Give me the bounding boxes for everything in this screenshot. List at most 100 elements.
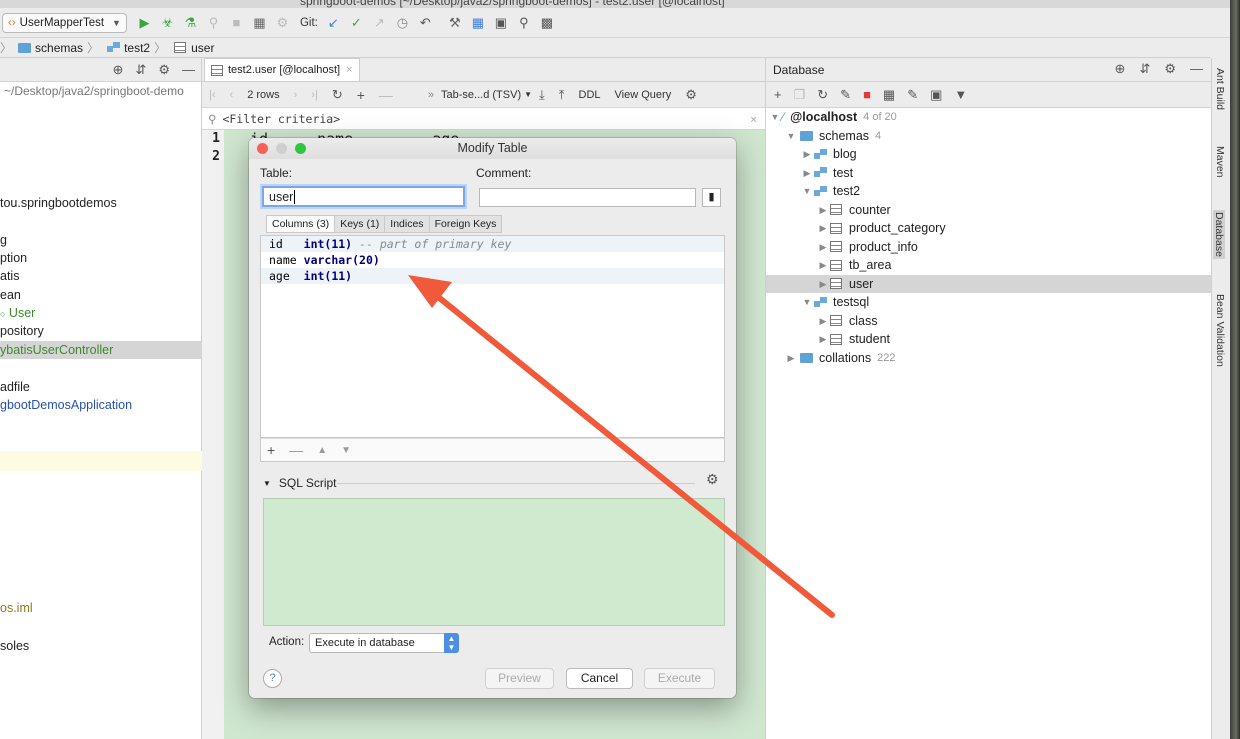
db-schema-node[interactable]: ▶ blog [766,145,1212,164]
tree-item[interactable]: adfile [0,378,202,396]
db-schema-node[interactable]: ▼ testsql [766,293,1212,312]
stop-icon[interactable]: ■ [863,87,871,102]
table-editor-icon[interactable]: ▦ [883,87,895,103]
gear-icon[interactable]: ⚙ [158,62,170,78]
upload-icon[interactable]: ⤒ [559,87,565,103]
tab-maven[interactable]: Maven [1214,146,1226,178]
db-table-node[interactable]: ▶ class [766,312,1212,331]
table-name-input[interactable]: user [262,186,465,207]
coverage-icon[interactable]: ⚗ [180,13,200,33]
next-page-icon[interactable]: › [294,89,298,101]
db-table-node[interactable]: ▶ student [766,330,1212,349]
execute-button[interactable]: Execute [644,668,715,689]
history-icon[interactable]: ◷ [392,13,412,33]
comment-input[interactable] [479,188,696,207]
db-table-node[interactable]: ▶ counter [766,201,1212,220]
sync-icon[interactable]: ✎ [840,87,851,103]
close-icon[interactable]: × [346,64,352,76]
column-row[interactable]: id int(11) -- part of primary key [261,236,724,252]
tab-columns[interactable]: Columns (3) [266,215,336,233]
copy-icon[interactable]: ❐ [794,87,806,103]
tab-keys[interactable]: Keys (1) [334,215,386,233]
last-page-icon[interactable]: ›| [311,89,318,101]
git-push-icon[interactable]: ↗ [369,13,389,33]
run-config-select[interactable]: ‹› UserMapperTest ▼ [2,12,127,33]
tree-item[interactable]: pository [0,322,202,340]
preview-button[interactable]: Preview [485,668,554,689]
db-table-node[interactable]: ▶ product_info [766,238,1212,257]
cancel-button[interactable]: Cancel [566,668,633,689]
add-icon[interactable]: + [774,87,782,102]
revert-icon[interactable]: ↶ [415,13,435,33]
tree-item[interactable]: atis [0,267,202,285]
db-table-node[interactable]: ▶ product_category [766,219,1212,238]
remove-column-icon[interactable]: — [289,442,303,458]
settings-wrench-icon[interactable]: ⚒ [445,13,465,33]
gear-icon[interactable]: ⚙ [706,471,719,488]
tab-ant-build[interactable]: Ant Build [1214,68,1226,110]
tree-item[interactable]: os.iml [0,599,202,617]
terminal-icon[interactable]: ▣ [491,13,511,33]
filter-icon[interactable]: ▼ [954,87,967,102]
minimize-window-button[interactable] [276,143,287,154]
tab-indices[interactable]: Indices [384,215,430,233]
tab-foreign-keys[interactable]: Foreign Keys [428,215,503,233]
refresh-icon[interactable]: ↻ [817,87,828,103]
collapse-icon[interactable]: ⇵ [135,62,146,78]
project-structure-icon[interactable]: ▦ [468,13,488,33]
tasks-icon[interactable]: ▩ [537,13,557,33]
locate-icon[interactable]: ⊕ [113,62,124,78]
search-usage-icon[interactable]: ⚙ [272,13,292,33]
tab-bean-validation[interactable]: Bean Validation [1214,294,1226,367]
stop-icon[interactable]: ■ [226,13,246,33]
breadcrumb-user[interactable]: user [174,41,214,55]
action-select[interactable]: Execute in database ▲ ▼ [309,633,459,653]
add-column-icon[interactable]: + [267,442,275,458]
comment-expand-button[interactable]: ▮ [702,188,721,207]
db-table-node-selected[interactable]: ▶ user [766,274,1212,293]
download-icon[interactable]: ⤓ [539,87,545,103]
more-icon[interactable]: » [428,89,434,101]
git-update-icon[interactable]: ↙ [323,13,343,33]
sql-script-editor[interactable] [263,498,725,626]
move-down-icon[interactable]: ▼ [341,445,351,456]
tab-test2-user[interactable]: test2.user [@localhost] × [204,58,360,81]
tree-item[interactable]: ○ User [0,304,202,322]
tree-item[interactable]: soles [0,637,202,655]
help-button[interactable]: ? [263,669,282,688]
git-commit-icon[interactable]: ✓ [346,13,366,33]
tree-item[interactable]: tou.springbootdemos [0,194,202,212]
column-row[interactable]: name varchar(20) [261,252,724,268]
delete-row-icon[interactable]: — [379,87,393,103]
locate-icon[interactable]: ⊕ [1115,61,1126,77]
gear-icon[interactable]: ⚙ [1164,61,1176,77]
sql-script-header[interactable]: ▼ SQL Script [263,476,337,490]
console-icon[interactable]: ▣ [930,87,942,103]
zoom-window-button[interactable] [295,143,306,154]
format-select[interactable]: Tab-se...d (TSV) [441,89,521,101]
breadcrumb-test2[interactable]: test2 〉 [107,39,170,56]
db-schemas-node[interactable]: ▼ schemas 4 [766,127,1212,146]
db-table-node[interactable]: ▶ tb_area [766,256,1212,275]
row-number[interactable]: 2 [202,148,224,166]
close-window-button[interactable] [257,143,268,154]
move-up-icon[interactable]: ▲ [317,445,327,456]
ddl-button[interactable]: DDL [579,89,601,101]
db-host-node[interactable]: ▼ ∕ @localhost 4 of 20 [766,108,1212,127]
rows-count[interactable]: 2 rows [247,89,279,101]
hide-icon[interactable]: — [182,62,195,77]
view-query-button[interactable]: View Query [615,89,672,101]
first-page-icon[interactable]: |‹ [209,89,216,101]
hide-icon[interactable]: — [1190,61,1203,77]
search-icon[interactable]: ⚲ [514,13,534,33]
tree-item-selected[interactable]: ybatisUserController [0,341,202,359]
profile-icon[interactable]: ⚲ [203,13,223,33]
tab-database[interactable]: Database [1213,210,1225,259]
tree-item[interactable]: ption [0,249,202,267]
run-icon[interactable]: ▶ [134,13,154,33]
edit-icon[interactable]: ✎ [907,87,918,103]
prev-page-icon[interactable]: ‹ [230,89,234,101]
column-row[interactable]: age int(11) [261,268,724,284]
clear-icon[interactable]: × [750,112,757,126]
refresh-icon[interactable]: ↻ [332,87,343,103]
